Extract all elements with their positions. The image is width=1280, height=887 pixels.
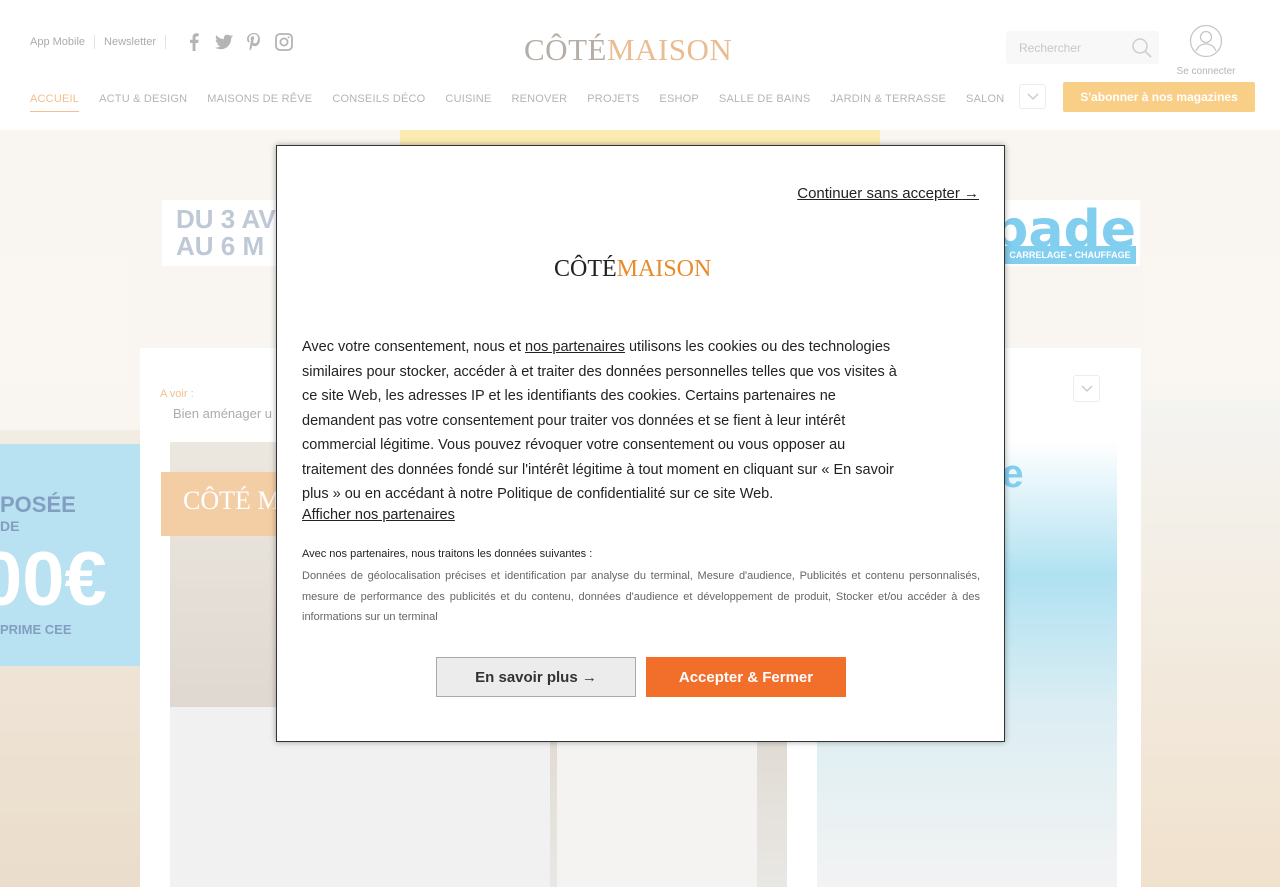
subscribe-button[interactable]: S'abonner à nos magazines xyxy=(1063,82,1255,112)
nav-item-salle-de-bains[interactable]: SALLE DE BAINS xyxy=(719,93,810,112)
partners-link[interactable]: nos partenaires xyxy=(525,339,625,355)
left-skin-ad[interactable]: POSÉE DE 00€ PRIME CEE xyxy=(0,444,140,666)
account-button[interactable]: Se connecter xyxy=(1170,24,1242,77)
nav-item-jardin-terrasse[interactable]: JARDIN & TERRASSE xyxy=(830,93,946,112)
cookie-consent-dialog: Continuer sans accepter → CÔTÉMAISON Ave… xyxy=(276,145,1005,742)
nav-item-cuisine[interactable]: CUISINE xyxy=(445,93,491,112)
left-ad-line2: DE xyxy=(0,518,20,534)
ad-date-line2: AU 6 M xyxy=(176,231,265,261)
left-ad-big: 00€ xyxy=(0,537,107,622)
instagram-icon[interactable] xyxy=(275,33,293,51)
site-header: App Mobile Newsletter CÔTÉMAISON Recherc… xyxy=(0,0,1280,130)
nav-item-conseils-deco[interactable]: CONSEILS DÉCO xyxy=(332,93,425,112)
main-nav: ACCUEIL ACTU & DESIGN MAISONS DE RÊVE CO… xyxy=(30,93,1024,112)
left-ad-text: POSÉE DE xyxy=(0,492,76,534)
accept-close-button[interactable]: Accepter & Fermer xyxy=(646,657,846,697)
divider xyxy=(165,35,167,49)
site-logo[interactable]: CÔTÉMAISON xyxy=(524,32,732,68)
dialog-logo: CÔTÉMAISON xyxy=(554,256,711,283)
show-partners-link[interactable]: Afficher nos partenaires xyxy=(302,507,455,523)
nav-more-button[interactable] xyxy=(1019,84,1046,109)
ad-date-line1: DU 3 AV xyxy=(176,204,276,234)
twitter-icon[interactable] xyxy=(215,33,234,51)
consent-text-body: utilisons les cookies ou des technologie… xyxy=(302,339,897,502)
hero-chair xyxy=(557,717,757,887)
hero-brand-text: CÔTÉ M xyxy=(183,486,281,515)
dialog-logo-part1: CÔTÉ xyxy=(554,256,617,282)
nav-item-accueil[interactable]: ACCUEIL xyxy=(30,93,80,112)
consent-text-intro: Avec votre consentement, nous et xyxy=(302,339,526,355)
background-image-right xyxy=(1140,400,1280,887)
facebook-icon[interactable] xyxy=(185,33,203,51)
a-voir-link[interactable]: Bien aménager u xyxy=(173,406,272,421)
nav-item-projets[interactable]: PROJETS xyxy=(587,93,639,112)
logo-part2: MAISON xyxy=(606,32,733,67)
learn-more-button[interactable]: En savoir plus → xyxy=(436,657,636,697)
dialog-logo-part2: MAISON xyxy=(616,256,712,282)
a-voir-toggle[interactable] xyxy=(1073,375,1100,402)
data-processing-list: Données de géolocalisation précises et i… xyxy=(302,570,980,623)
search-icon[interactable] xyxy=(1131,37,1153,64)
nav-item-maisons-de-reve[interactable]: MAISONS DE RÊVE xyxy=(207,93,312,112)
nav-item-actu-design[interactable]: ACTU & DESIGN xyxy=(99,93,187,112)
a-voir-label: A voir : xyxy=(160,388,194,400)
search-placeholder: Rechercher xyxy=(1019,41,1082,55)
pinterest-icon[interactable] xyxy=(245,33,263,51)
user-icon xyxy=(1189,24,1223,58)
nav-item-eshop[interactable]: ESHOP xyxy=(659,93,699,112)
ad-date: DU 3 AV AU 6 M xyxy=(176,206,276,260)
logo-part1: CÔTÉ xyxy=(524,32,607,67)
consent-text: Avec votre consentement, nous et nos par… xyxy=(302,335,902,507)
left-ad-line3: PRIME CEE xyxy=(0,622,72,637)
divider xyxy=(94,35,96,49)
nav-item-renover[interactable]: RENOVER xyxy=(511,93,567,112)
data-processing-heading: Avec nos partenaires, nous traitons les … xyxy=(302,548,593,560)
top-links: App Mobile Newsletter xyxy=(30,33,293,51)
social-links xyxy=(185,33,293,51)
app-mobile-link[interactable]: App Mobile xyxy=(30,36,85,48)
chevron-down-icon xyxy=(1027,93,1038,100)
newsletter-link[interactable]: Newsletter xyxy=(104,36,156,48)
chevron-down-icon xyxy=(1081,385,1092,392)
nav-item-salon[interactable]: SALON xyxy=(966,93,1004,112)
continue-without-accepting-link[interactable]: Continuer sans accepter → xyxy=(797,185,979,202)
left-ad-line1: POSÉE xyxy=(0,492,76,517)
search-input[interactable]: Rechercher xyxy=(1006,31,1159,64)
ad-subtitle: CARRELAGE • CHAUFFAGE xyxy=(1004,246,1136,264)
account-label: Se connecter xyxy=(1176,66,1236,77)
